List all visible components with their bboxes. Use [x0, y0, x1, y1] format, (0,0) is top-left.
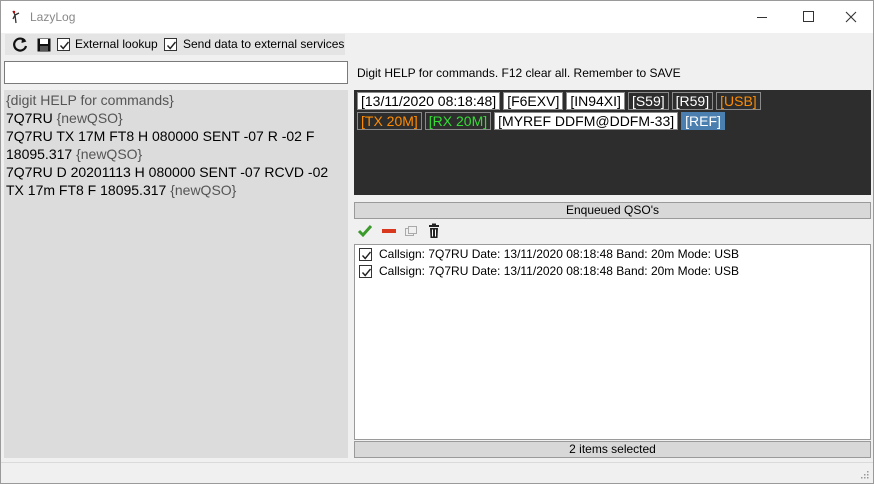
save-icon[interactable]	[36, 36, 53, 53]
app-window: LazyLog External lookup Send data to ext…	[0, 0, 874, 484]
close-button[interactable]	[831, 1, 874, 33]
ref-tag: [REF]	[681, 112, 725, 130]
external-lookup-label[interactable]: External lookup	[75, 37, 158, 51]
log-line: 7Q7RU {newQSO}	[6, 109, 346, 127]
checkmark-icon	[59, 41, 70, 50]
qso-tag-panel: [13/11/2020 08:18:48] [F6EXV] [IN94XI] [S59…	[354, 90, 871, 195]
selection-status: 2 items selected	[354, 441, 871, 458]
status-strip	[1, 462, 873, 483]
title-bar[interactable]: LazyLog	[1, 1, 873, 33]
log-line: {digit HELP for commands}	[6, 91, 346, 109]
rst-sent-tag: [S59]	[627, 92, 669, 110]
window-title: LazyLog	[30, 10, 76, 24]
log-newqso-tag: {newQSO}	[76, 146, 143, 162]
myref-tag: [MYREF DDFM@DDFM-33]	[494, 112, 679, 130]
list-item[interactable]: Callsign: 7Q7RU Date: 13/11/2020 08:18:4…	[357, 263, 867, 279]
refresh-icon[interactable]	[12, 36, 29, 53]
list-item[interactable]: Callsign: 7Q7RU Date: 13/11/2020 08:18:4…	[357, 246, 867, 262]
row-checkbox[interactable]	[359, 265, 372, 278]
trash-icon[interactable]	[426, 223, 442, 239]
log-panel[interactable]: {digit HELP for commands} 7Q7RU {newQSO}…	[4, 90, 348, 458]
log-newqso-tag: {newQSO}	[56, 110, 123, 126]
help-text: Digit HELP for commands. F12 clear all. …	[357, 66, 681, 80]
datetime-tag: [13/11/2020 08:18:48]	[357, 92, 501, 110]
main-toolbar: External lookup Send data to external se…	[5, 34, 345, 55]
checkmark-icon	[166, 41, 177, 50]
locator-tag: [IN94XI]	[566, 92, 625, 110]
resize-grip-icon[interactable]	[859, 469, 869, 479]
copy-icon[interactable]	[403, 223, 419, 239]
external-lookup-checkbox[interactable]	[57, 38, 70, 51]
qso-summary: Callsign: 7Q7RU Date: 13/11/2020 08:18:4…	[379, 264, 739, 278]
log-hint: {digit HELP for commands}	[6, 92, 174, 108]
close-icon	[845, 11, 857, 23]
mycall-tag: [F6EXV]	[503, 92, 564, 110]
rst-rcvd-tag: [R59]	[671, 92, 714, 110]
confirm-check-icon[interactable]	[357, 223, 373, 239]
checkmark-icon	[361, 268, 372, 277]
row-checkbox[interactable]	[359, 248, 372, 261]
send-data-label[interactable]: Send data to external services	[183, 37, 344, 51]
minimize-icon	[757, 17, 767, 18]
command-input[interactable]	[4, 61, 348, 84]
log-line: 7Q7RU TX 17M FT8 H 080000 SENT -07 R -02…	[6, 127, 346, 163]
enqueued-header: Enqueued QSO's	[354, 202, 871, 219]
rx-band-tag: [RX 20M]	[424, 112, 492, 130]
app-logo-icon	[12, 10, 20, 24]
log-entry-text: 7Q7RU TX 17M FT8 H 080000 SENT -07 R -02…	[6, 128, 319, 162]
log-entry-text: 7Q7RU D 20201113 H 080000 SENT -07 RCVD …	[6, 164, 332, 198]
remove-minus-icon[interactable]	[381, 223, 397, 239]
log-callsign: 7Q7RU	[6, 110, 57, 126]
minimize-button[interactable]	[739, 1, 785, 33]
qso-summary: Callsign: 7Q7RU Date: 13/11/2020 08:18:4…	[379, 247, 739, 261]
log-line: 7Q7RU D 20201113 H 080000 SENT -07 RCVD …	[6, 163, 346, 199]
enqueued-qso-list[interactable]: Callsign: 7Q7RU Date: 13/11/2020 08:18:4…	[354, 244, 871, 440]
send-data-checkbox[interactable]	[164, 38, 177, 51]
mode-tag: [USB]	[716, 92, 761, 110]
maximize-button[interactable]	[785, 1, 831, 33]
log-newqso-tag: {newQSO}	[170, 182, 237, 198]
checkmark-icon	[361, 251, 372, 260]
maximize-icon	[803, 11, 814, 22]
tx-band-tag: [TX 20M]	[357, 112, 422, 130]
